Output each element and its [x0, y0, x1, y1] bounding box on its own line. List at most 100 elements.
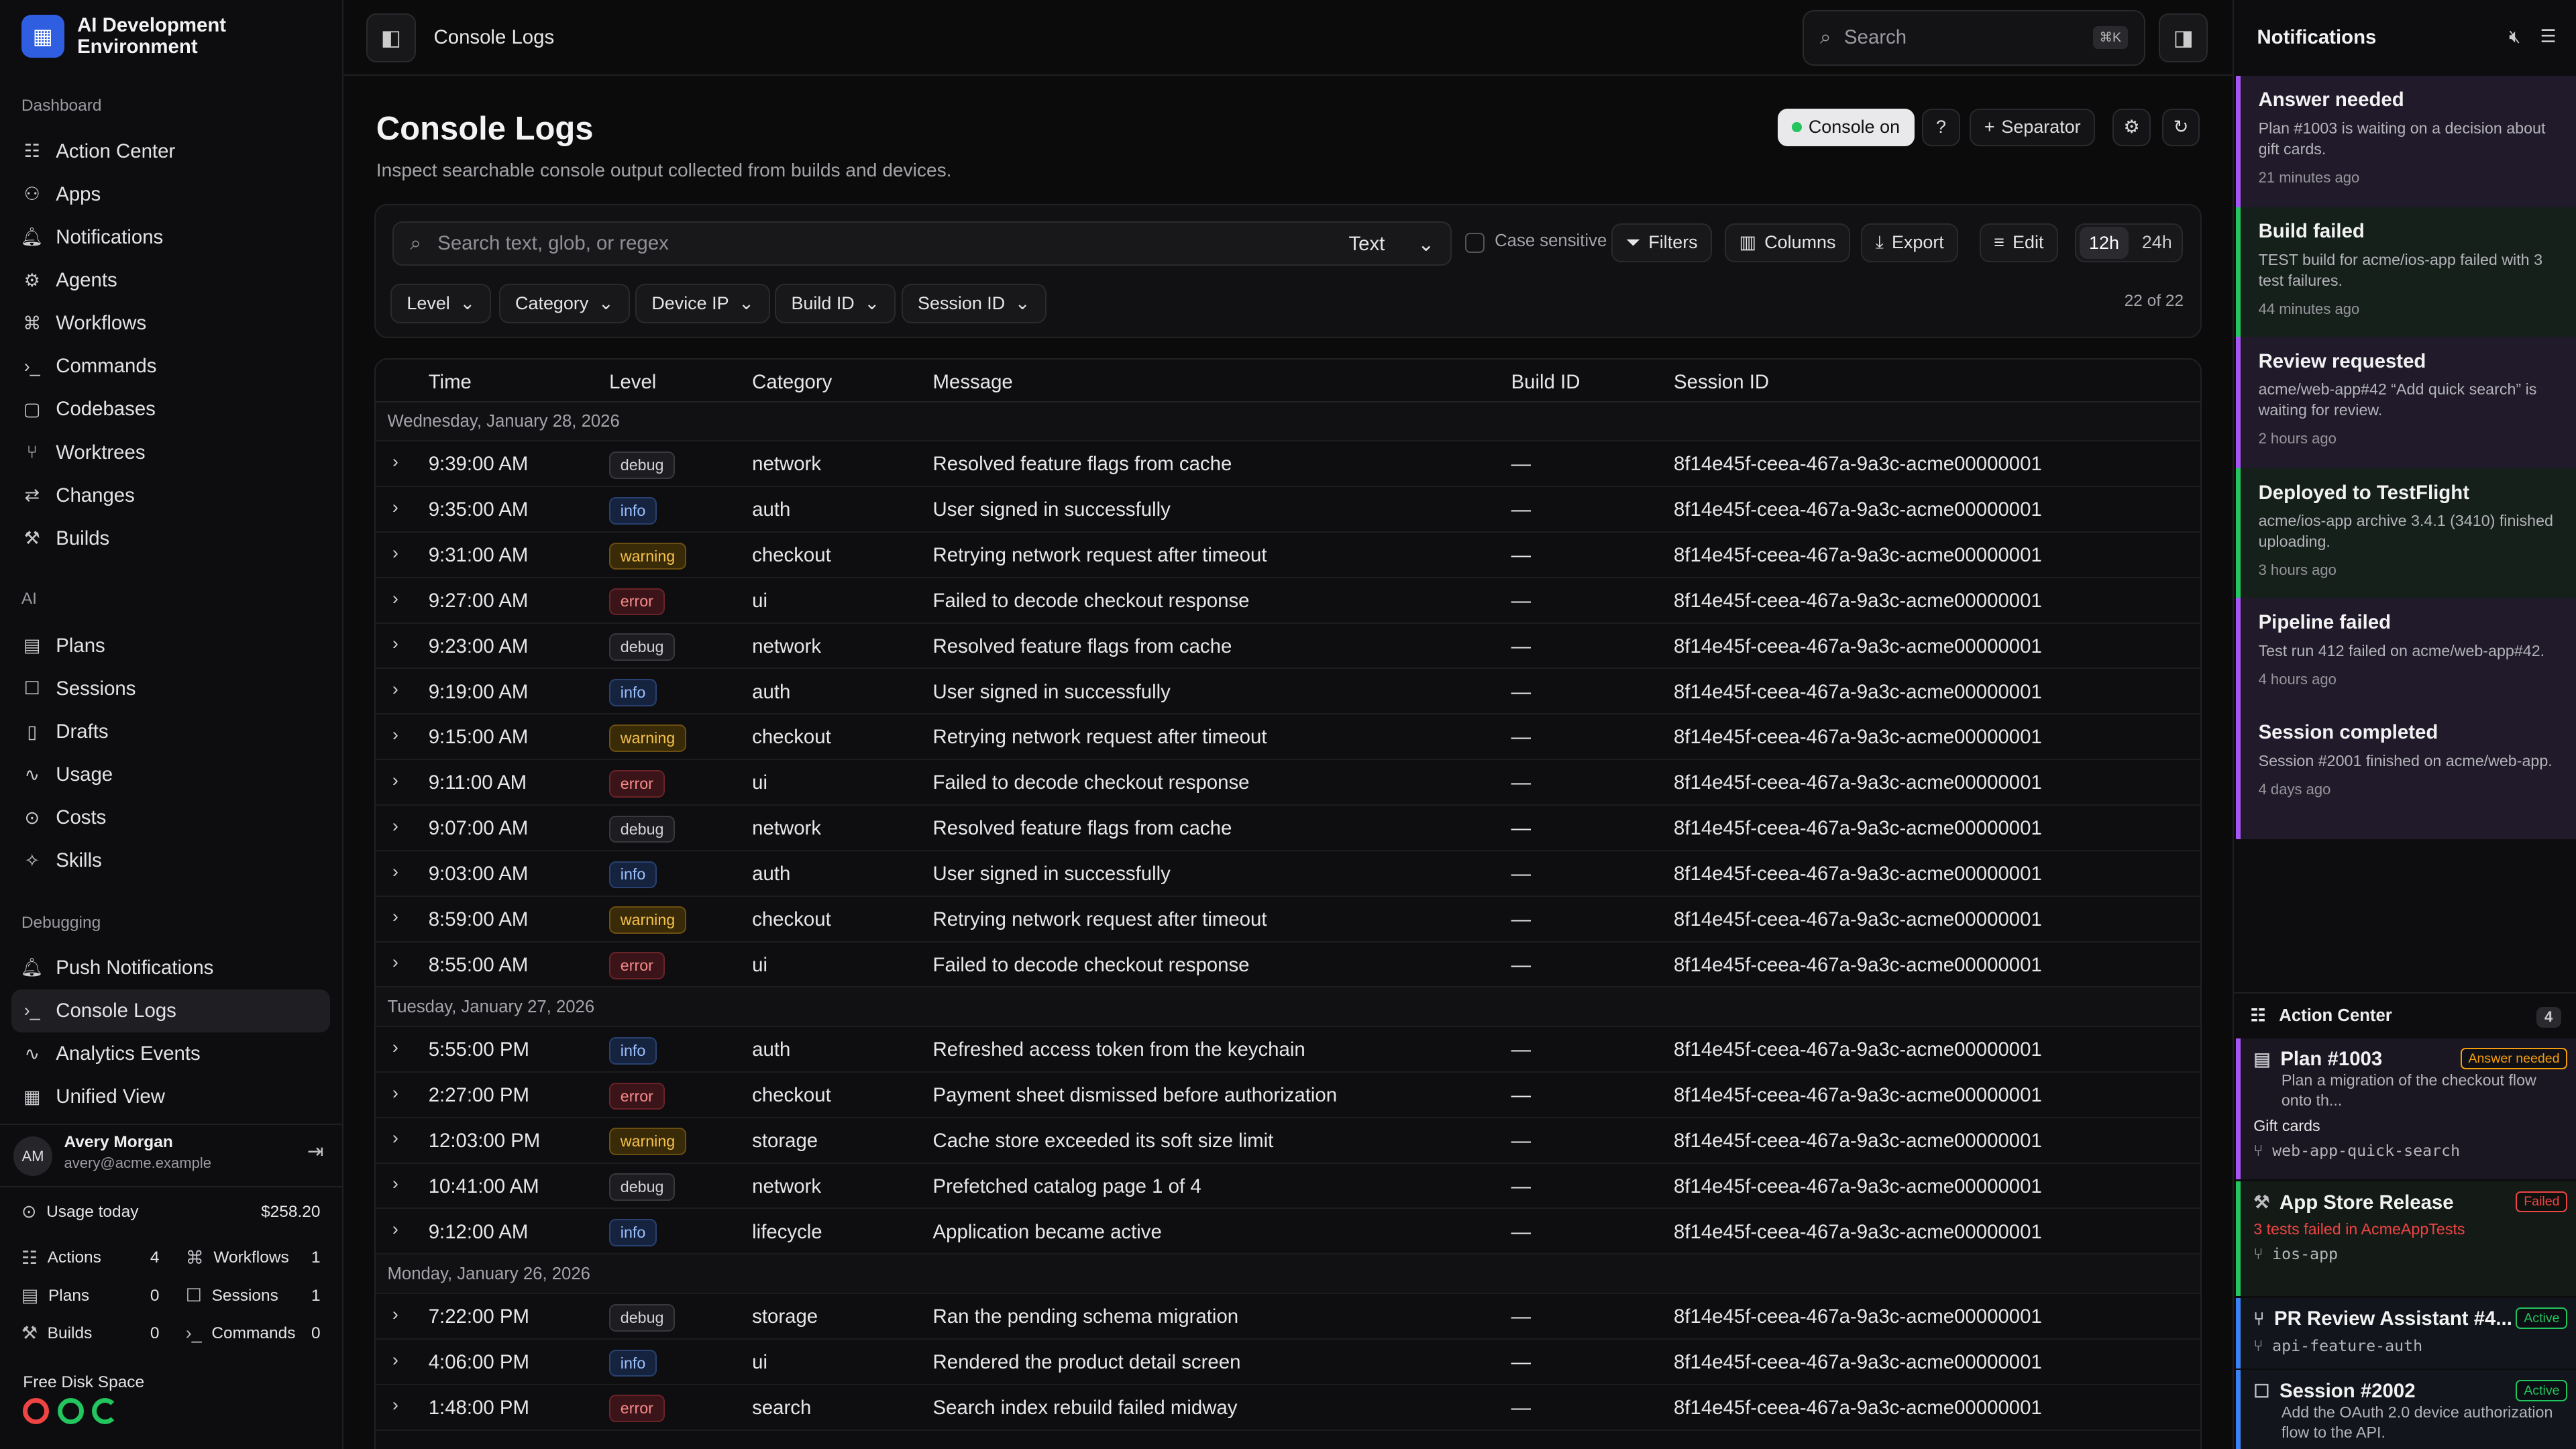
case-sensitive-checkbox[interactable] [1465, 233, 1485, 253]
range-24h[interactable]: 24h [2132, 232, 2182, 253]
chevron-right-icon[interactable]: › [392, 588, 398, 609]
filter-device-ip[interactable]: Device IP ⌄ [635, 284, 770, 323]
notification-card[interactable]: Session completed Session #2001 finished … [2235, 708, 2576, 840]
table-row[interactable]: › 4:06:00 PM info ui Rendered the product de… [376, 1340, 2200, 1385]
table-row[interactable]: › 9:03:00 AM info auth User signed in succes… [376, 851, 2200, 897]
brand[interactable]: ▦ AI Development Environment [21, 15, 258, 58]
chevron-right-icon[interactable]: › [392, 1219, 398, 1240]
sidebar-item-sessions[interactable]: ☐ Sessions [11, 667, 330, 710]
sidebar-item-builds[interactable]: ⚒ Builds [11, 517, 330, 560]
action-item[interactable]: ⑂ PR Review Assistant #4... Active ⑂ api-fe… [2235, 1297, 2576, 1368]
chevron-right-icon[interactable]: › [392, 633, 398, 654]
notification-card[interactable]: Pipeline failed Test run 412 failed on ac… [2235, 598, 2576, 708]
chevron-right-icon[interactable]: › [392, 952, 398, 973]
table-row[interactable]: › 9:23:00 AM debug network Resolved feature … [376, 624, 2200, 669]
chevron-right-icon[interactable]: › [392, 497, 398, 518]
table-row[interactable]: › 9:31:00 AM warning checkout Retrying netwo… [376, 533, 2200, 578]
console-on-toggle[interactable]: Console on [1777, 108, 1915, 146]
menu-icon[interactable]: ☰ [2540, 26, 2557, 48]
col-time[interactable]: Time [429, 371, 472, 394]
separator-button[interactable]: + Separator [1970, 108, 2096, 146]
action-item[interactable]: ☐ Session #2002 Active Add the OAuth 2.0 de… [2235, 1370, 2576, 1449]
col-category[interactable]: Category [752, 371, 832, 394]
refresh-button[interactable]: ↻ [2161, 108, 2200, 146]
log-search-input[interactable]: ⌕ Search text, glob, or regex Text ⌄ [392, 221, 1452, 266]
settings-button[interactable]: ⚙ [2112, 108, 2151, 146]
chevron-right-icon[interactable]: › [392, 543, 398, 564]
range-12h[interactable]: 12h [2079, 226, 2129, 260]
table-row[interactable]: › 9:39:00 AM debug network Resolved feature … [376, 441, 2200, 488]
table-row[interactable]: › 8:55:00 AM error ui Failed to decode check… [376, 943, 2200, 988]
sidebar-item-console-logs[interactable]: ›_ Console Logs [11, 989, 331, 1032]
global-search[interactable]: ⌕ Search ⌘K [1802, 9, 2146, 66]
chevron-right-icon[interactable]: › [392, 679, 398, 700]
action-center-header[interactable]: ☷ Action Center 4 [2234, 992, 2576, 1038]
logout-icon[interactable]: ⇥ [307, 1141, 324, 1161]
filter-session-id[interactable]: Session ID ⌄ [902, 284, 1046, 323]
chevron-right-icon[interactable]: › [392, 1037, 398, 1058]
table-row[interactable]: › 9:07:00 AM debug network Resolved feature … [376, 806, 2200, 851]
mute-icon[interactable]: 🔇︎ [2509, 26, 2520, 48]
sidebar-item-changes[interactable]: ⇄ Changes [11, 474, 330, 517]
table-row[interactable]: › 9:27:00 AM error ui Failed to decode check… [376, 578, 2200, 624]
edit-button[interactable]: ≡ Edit [1979, 223, 2059, 263]
chevron-right-icon[interactable]: › [392, 770, 398, 791]
table-row[interactable]: › 9:19:00 AM info auth User signed in succes… [376, 669, 2200, 715]
filters-button[interactable]: ⏷ Filters [1611, 223, 1713, 263]
sidebar-item-usage[interactable]: ∿ Usage [11, 753, 330, 796]
chevron-right-icon[interactable]: › [392, 861, 398, 882]
sidebar-item-skills[interactable]: ✧ Skills [11, 839, 330, 882]
table-row[interactable]: › 9:12:00 AM info lifecycle Application beca… [376, 1209, 2200, 1255]
chevron-right-icon[interactable]: › [392, 1350, 398, 1371]
chevron-right-icon[interactable]: › [392, 451, 398, 472]
col-build-id[interactable]: Build ID [1511, 371, 1580, 394]
filter-level[interactable]: Level ⌄ [390, 284, 492, 323]
sidebar-item-plans[interactable]: ▤ Plans [11, 625, 330, 667]
sidebar-item-costs[interactable]: ⊙ Costs [11, 796, 330, 839]
action-item[interactable]: ⚒ App Store Release Failed 3 tests failed i… [2235, 1181, 2576, 1297]
table-row[interactable]: › 12:03:00 PM warning storage Cache store ex… [376, 1118, 2200, 1164]
columns-button[interactable]: ▥ Columns [1724, 223, 1851, 263]
table-row[interactable]: › 9:15:00 AM warning checkout Retrying netwo… [376, 714, 2200, 761]
table-row[interactable]: › 8:59:00 AM warning checkout Retrying netwo… [376, 897, 2200, 943]
col-level[interactable]: Level [609, 371, 656, 394]
chevron-right-icon[interactable]: › [392, 1128, 398, 1148]
help-button[interactable]: ? [1922, 108, 1960, 146]
table-row[interactable]: › 5:55:00 PM info auth Refreshed access toke… [376, 1027, 2200, 1073]
sidebar-item-commands[interactable]: ›_ Commands [11, 345, 330, 388]
search-mode-select[interactable]: Text ⌄ [1348, 233, 1434, 256]
col-message[interactable]: Message [933, 371, 1013, 394]
sidebar-toggle-button[interactable]: ◧ [366, 13, 416, 63]
filter-category[interactable]: Category ⌄ [499, 284, 630, 323]
chevron-right-icon[interactable]: › [392, 1083, 398, 1104]
table-row[interactable]: › 7:22:00 PM debug storage Ran the pending s… [376, 1294, 2200, 1340]
sidebar-item-workflows[interactable]: ⌘ Workflows [11, 302, 330, 345]
sidebar-item-analytics-events[interactable]: ∿ Analytics Events [11, 1032, 330, 1075]
sidebar-item-action-center[interactable]: ☷ Action Center [11, 129, 330, 172]
sidebar-item-agents[interactable]: ⚙ Agents [11, 259, 330, 302]
chevron-right-icon[interactable]: › [392, 1173, 398, 1194]
filter-build-id[interactable]: Build ID ⌄ [775, 284, 896, 323]
sidebar-item-unified-view[interactable]: ▦ Unified View [11, 1075, 330, 1118]
notification-card[interactable]: Answer needed Plan #1003 is waiting on a … [2235, 75, 2576, 207]
notification-card[interactable]: Build failed TEST build for acme/ios-app … [2235, 207, 2576, 337]
chevron-right-icon[interactable]: › [392, 724, 398, 745]
chevron-right-icon[interactable]: › [392, 1395, 398, 1415]
chevron-right-icon[interactable]: › [392, 816, 398, 837]
sidebar-item-apps[interactable]: ⚇ Apps [11, 173, 330, 216]
sidebar-item-worktrees[interactable]: ⑂ Worktrees [11, 431, 330, 474]
notification-card[interactable]: Review requested acme/web-app#42 “Add qui… [2235, 337, 2576, 468]
chevron-right-icon[interactable]: › [392, 906, 398, 927]
table-row[interactable]: › 1:48:00 PM error search Search index rebui… [376, 1385, 2200, 1431]
user-profile[interactable]: AM Avery Morgan avery@acme.example ⇥ [0, 1124, 343, 1177]
sidebar-item-push-notifications[interactable]: 🔔︎ Push Notifications [11, 947, 330, 989]
table-row[interactable]: › 10:41:00 AM debug network Prefetched catal… [376, 1164, 2200, 1210]
table-row[interactable]: › 2:27:00 PM error checkout Payment sheet di… [376, 1073, 2200, 1118]
sidebar-item-codebases[interactable]: ▢ Codebases [11, 388, 330, 431]
export-button[interactable]: ⤓ Export [1861, 223, 1959, 263]
sidebar-item-drafts[interactable]: ▯ Drafts [11, 710, 330, 753]
col-session-id[interactable]: Session ID [1674, 371, 1769, 394]
action-item[interactable]: ▤ Plan #1003 Answer needed Plan a migration… [2235, 1038, 2576, 1180]
panel-toggle-button[interactable]: ◨ [2158, 13, 2208, 63]
table-row[interactable]: › 9:35:00 AM info auth User signed in succes… [376, 487, 2200, 533]
